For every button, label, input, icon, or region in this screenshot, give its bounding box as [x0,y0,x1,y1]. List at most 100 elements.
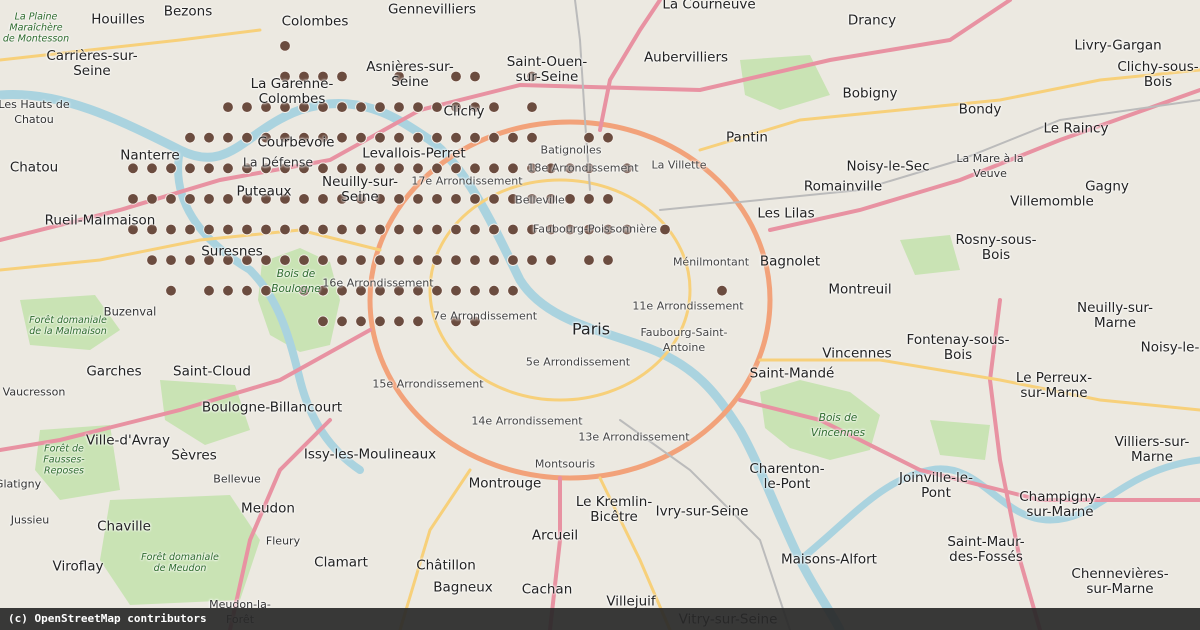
map-marker[interactable] [526,131,538,144]
map-marker[interactable] [260,162,272,175]
map-marker[interactable] [241,254,253,266]
map-marker[interactable] [469,223,481,236]
map-view[interactable]: Houilles Bezons Colombes Gennevilliers L… [0,0,1200,630]
map-marker[interactable] [469,193,481,205]
map-marker[interactable] [412,162,424,175]
map-marker[interactable] [317,193,329,205]
map-marker[interactable] [184,131,196,144]
map-marker[interactable] [146,223,158,236]
map-marker[interactable] [564,223,576,236]
map-marker[interactable] [621,223,633,236]
map-marker[interactable] [545,193,557,205]
map-marker[interactable] [545,223,557,236]
map-marker[interactable] [279,162,291,175]
map-marker[interactable] [241,162,253,175]
map-marker[interactable] [450,315,462,328]
map-marker[interactable] [336,131,348,144]
map-marker[interactable] [393,285,405,297]
map-marker[interactable] [222,131,234,144]
map-marker[interactable] [412,101,424,113]
map-attribution[interactable]: (c) OpenStreetMap contributors [0,608,1200,630]
map-marker[interactable] [431,131,443,144]
map-marker[interactable] [165,254,177,266]
map-marker[interactable] [317,131,329,144]
map-marker[interactable] [260,131,272,144]
map-marker[interactable] [127,162,139,175]
map-marker[interactable] [298,254,310,266]
map-marker[interactable] [393,254,405,266]
map-marker[interactable] [355,315,367,328]
map-marker[interactable] [583,131,595,144]
map-marker[interactable] [469,285,481,297]
map-marker[interactable] [241,101,253,113]
map-marker[interactable] [374,315,386,328]
map-marker[interactable] [165,285,177,297]
map-marker[interactable] [146,254,158,266]
map-marker[interactable] [488,254,500,266]
map-marker[interactable] [203,162,215,175]
map-marker[interactable] [222,101,234,113]
map-marker[interactable] [336,162,348,175]
map-marker[interactable] [621,162,633,175]
map-marker[interactable] [431,162,443,175]
map-marker[interactable] [374,193,386,205]
map-marker[interactable] [298,193,310,205]
map-marker[interactable] [222,223,234,236]
map-marker[interactable] [184,162,196,175]
map-marker[interactable] [241,131,253,144]
map-marker[interactable] [374,285,386,297]
map-marker[interactable] [412,315,424,328]
map-marker[interactable] [564,193,576,205]
map-marker[interactable] [412,254,424,266]
map-marker[interactable] [469,101,481,113]
map-marker[interactable] [336,193,348,205]
map-marker[interactable] [469,315,481,328]
map-marker[interactable] [393,70,405,83]
map-marker[interactable] [393,193,405,205]
map-marker[interactable] [374,162,386,175]
map-marker[interactable] [450,193,462,205]
map-marker[interactable] [507,223,519,236]
map-marker[interactable] [355,254,367,266]
map-marker[interactable] [355,285,367,297]
map-marker[interactable] [469,70,481,83]
map-marker[interactable] [659,223,671,236]
map-marker[interactable] [298,285,310,297]
map-marker[interactable] [336,285,348,297]
map-marker[interactable] [336,223,348,236]
map-marker[interactable] [222,254,234,266]
map-marker[interactable] [222,162,234,175]
map-marker[interactable] [279,70,291,83]
map-marker[interactable] [412,285,424,297]
map-marker[interactable] [488,162,500,175]
map-marker[interactable] [716,285,728,297]
map-marker[interactable] [355,193,367,205]
map-marker[interactable] [260,101,272,113]
map-marker[interactable] [203,193,215,205]
map-marker[interactable] [412,131,424,144]
map-marker[interactable] [450,131,462,144]
map-marker[interactable] [298,131,310,144]
map-marker[interactable] [507,162,519,175]
map-marker[interactable] [184,254,196,266]
map-marker[interactable] [355,223,367,236]
map-marker[interactable] [336,315,348,328]
map-marker[interactable] [317,162,329,175]
map-marker[interactable] [393,223,405,236]
map-marker[interactable] [507,285,519,297]
map-marker[interactable] [507,254,519,266]
map-marker[interactable] [583,223,595,236]
map-marker[interactable] [488,285,500,297]
map-marker[interactable] [279,223,291,236]
map-marker[interactable] [488,101,500,113]
map-marker[interactable] [602,131,614,144]
map-marker[interactable] [583,193,595,205]
map-marker[interactable] [279,40,291,52]
map-marker[interactable] [317,254,329,266]
map-marker[interactable] [488,223,500,236]
map-marker[interactable] [431,285,443,297]
map-marker[interactable] [431,254,443,266]
map-marker[interactable] [165,162,177,175]
map-marker[interactable] [203,285,215,297]
map-marker[interactable] [412,193,424,205]
